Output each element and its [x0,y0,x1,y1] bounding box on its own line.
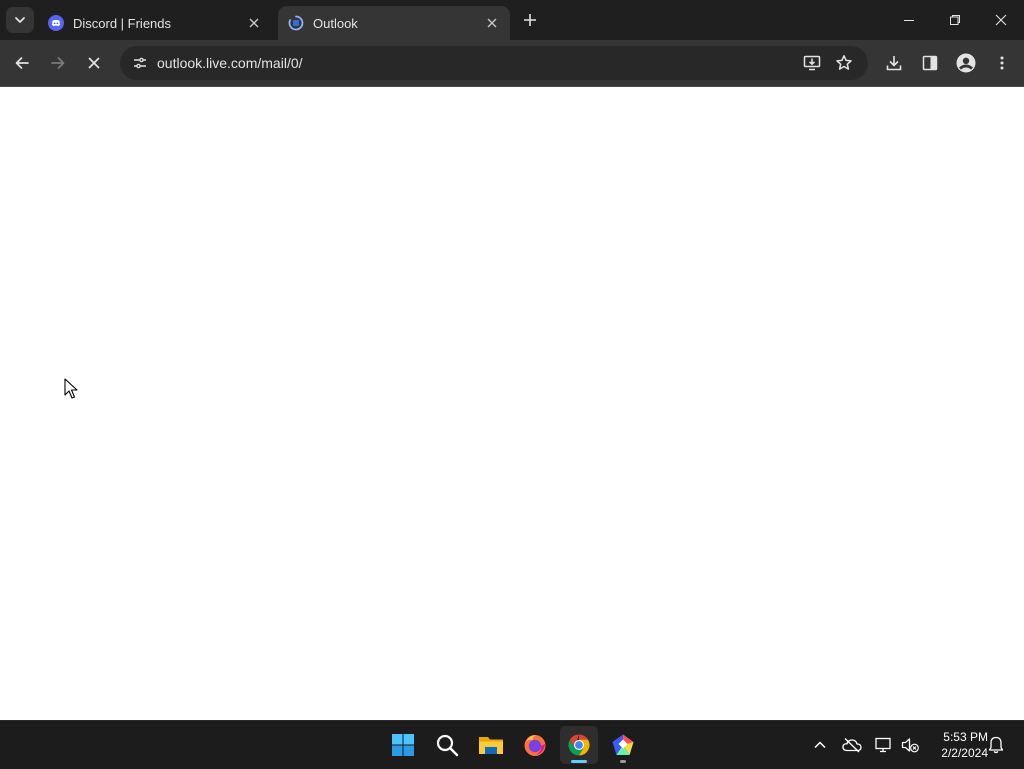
close-tab-icon[interactable] [482,13,502,33]
monitor-network-icon [875,737,891,753]
downloads-button[interactable] [878,47,910,79]
site-info-button[interactable] [126,49,154,77]
volume-status[interactable] [898,733,922,757]
close-tab-icon[interactable] [244,13,264,33]
taskbar-app[interactable] [604,726,642,764]
avatar-icon [956,53,976,73]
back-button[interactable] [6,47,38,79]
restore-icon [950,15,960,25]
side-panel-button[interactable] [914,47,946,79]
browser-toolbar: outlook.live.com/mail/0/ [0,40,1024,87]
speaker-muted-icon [901,738,919,753]
minimize-icon [904,20,914,21]
chevron-down-icon [15,17,25,23]
cloud-offline-icon [842,738,862,753]
active-app-indicator [571,760,587,763]
browser-menu-button[interactable] [986,47,1018,79]
minimize-button[interactable] [886,0,932,40]
taskbar-search-button[interactable] [428,726,466,764]
address-bar[interactable]: outlook.live.com/mail/0/ [120,46,868,80]
app-icon [612,734,634,755]
search-icon [436,734,459,757]
tab-title: Outlook [313,15,358,31]
tab-search-button[interactable] [6,7,34,33]
stop-loading-button[interactable] [78,47,110,79]
bell-icon [988,736,1004,754]
running-app-indicator [620,760,626,763]
tab-title: Discord | Friends [73,15,172,31]
show-hidden-icons-button[interactable] [808,733,832,757]
forward-button[interactable] [42,47,74,79]
discord-icon [48,15,64,31]
system-clock[interactable]: 5:53 PM 2/2/2024 [924,729,988,761]
tab-strip: Discord | Friends Outlook [0,0,1024,40]
side-panel-icon [922,55,938,71]
windows-start-icon [392,734,414,756]
bookmark-button[interactable] [830,49,858,77]
taskbar-file-explorer[interactable] [472,726,510,764]
network-status[interactable] [872,733,896,757]
chrome-icon [568,734,590,756]
plus-icon [524,14,536,26]
tab-outlook[interactable]: Outlook [278,6,510,40]
start-button[interactable] [384,726,422,764]
onedrive-status[interactable] [840,733,864,757]
stop-icon [88,57,100,69]
chevron-up-icon [814,741,826,749]
install-app-button[interactable] [798,49,826,77]
new-tab-button[interactable] [518,8,542,32]
notifications-button[interactable] [984,733,1008,757]
clock-date: 2/2/2024 [941,746,988,760]
page-content[interactable] [0,87,1024,720]
taskbar-firefox[interactable] [516,726,554,764]
taskbar-chrome[interactable] [560,726,598,764]
tune-icon [134,57,146,69]
tab-discord[interactable]: Discord | Friends [38,6,272,40]
download-icon [886,56,902,71]
back-arrow-icon [15,57,29,69]
outlook-loading-icon [288,15,304,31]
firefox-icon [524,735,546,756]
profile-button[interactable] [950,47,982,79]
mouse-cursor-icon [64,378,78,399]
star-icon [836,55,852,70]
more-vertical-icon [1000,56,1004,70]
restore-button[interactable] [932,0,978,40]
file-explorer-icon [479,737,503,754]
close-window-button[interactable] [978,0,1024,40]
close-icon [995,14,1007,26]
install-app-icon [803,55,821,71]
forward-arrow-icon [51,57,65,69]
clock-time: 5:53 PM [943,730,988,744]
url-text[interactable]: outlook.live.com/mail/0/ [157,55,303,71]
taskbar: 5:53 PM 2/2/2024 [0,720,1024,769]
